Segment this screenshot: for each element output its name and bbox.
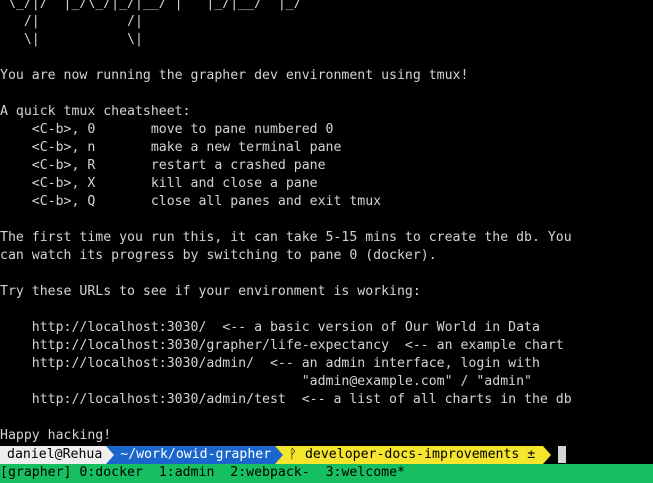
- prompt-git-branch: ᚹ developer-docs-improvements ±: [283, 446, 544, 464]
- powerline-arrow-icon: [275, 446, 284, 464]
- ascii-art-line: \_/|/ |_/\_/|_/|__/ | |_/|__/ |_/: [0, 0, 302, 11]
- prompt-path: ~/work/owid-grapher: [114, 446, 276, 464]
- info-line: The first time you run this, it can take…: [0, 230, 572, 245]
- text-cursor[interactable]: [558, 446, 567, 463]
- tmux-window-welcome[interactable]: 3:welcome*: [310, 465, 405, 480]
- powerline-arrow-icon: [543, 446, 552, 464]
- powerline-arrow-icon: [106, 446, 115, 464]
- tmux-session-name: [grapher]: [0, 465, 72, 480]
- closing-message: Happy hacking!: [0, 428, 112, 443]
- cheatsheet-item: <C-b>, 0 move to pane numbered 0: [0, 122, 334, 137]
- welcome-message: You are now running the grapher dev envi…: [0, 68, 469, 83]
- cheatsheet-item: <C-b>, X kill and close a pane: [0, 176, 318, 191]
- cheatsheet-item: <C-b>, R restart a crashed pane: [0, 158, 326, 173]
- url-line: http://localhost:3030/ <-- a basic versi…: [0, 320, 540, 335]
- urls-heading: Try these URLs to see if your environmen…: [0, 284, 421, 299]
- terminal-output[interactable]: \_/|/ |_/\_/|_/|__/ | |_/|__/ |_/ /| /| …: [0, 0, 653, 445]
- tmux-window-docker[interactable]: 0:docker: [71, 465, 143, 480]
- tmux-window-webpack[interactable]: 2:webpack-: [214, 465, 309, 480]
- prompt-user-host: daniel@Rehua: [0, 446, 107, 464]
- tmux-window-admin[interactable]: 1:admin: [143, 465, 215, 480]
- ascii-art-line: \| \|: [0, 32, 143, 47]
- cheatsheet-item: <C-b>, n make a new terminal pane: [0, 140, 342, 155]
- cheatsheet-heading: A quick tmux cheatsheet:: [0, 104, 191, 119]
- info-line: can watch its progress by switching to p…: [0, 248, 437, 263]
- url-line: http://localhost:3030/grapher/life-expec…: [0, 338, 564, 353]
- url-line: http://localhost:3030/admin/test <-- a l…: [0, 392, 572, 407]
- cheatsheet-item: <C-b>, Q close all panes and exit tmux: [0, 194, 382, 209]
- url-line: http://localhost:3030/admin/ <-- an admi…: [0, 356, 540, 371]
- url-line-continuation: "admin@example.com" / "admin": [0, 374, 532, 389]
- shell-prompt[interactable]: daniel@Rehua ~/work/owid-grapher ᚹ devel…: [0, 446, 653, 464]
- tmux-statusbar: [grapher] 0:docker 1:admin 2:webpack- 3:…: [0, 464, 653, 483]
- ascii-art-line: /| /|: [0, 14, 143, 29]
